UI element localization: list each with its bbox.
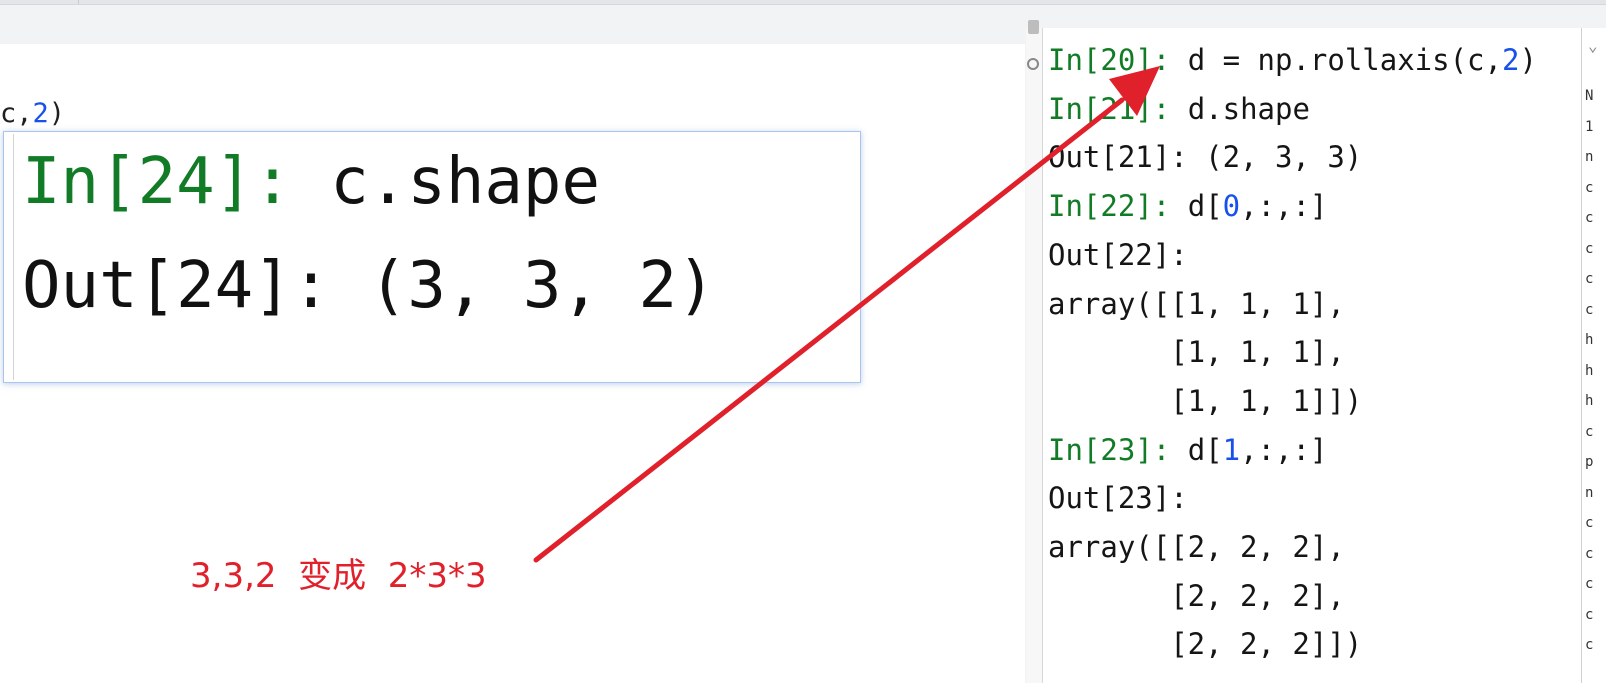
arrow-shaft <box>533 97 1125 563</box>
red-annotation-arrow <box>533 66 1160 563</box>
arrow-head <box>1109 66 1160 116</box>
